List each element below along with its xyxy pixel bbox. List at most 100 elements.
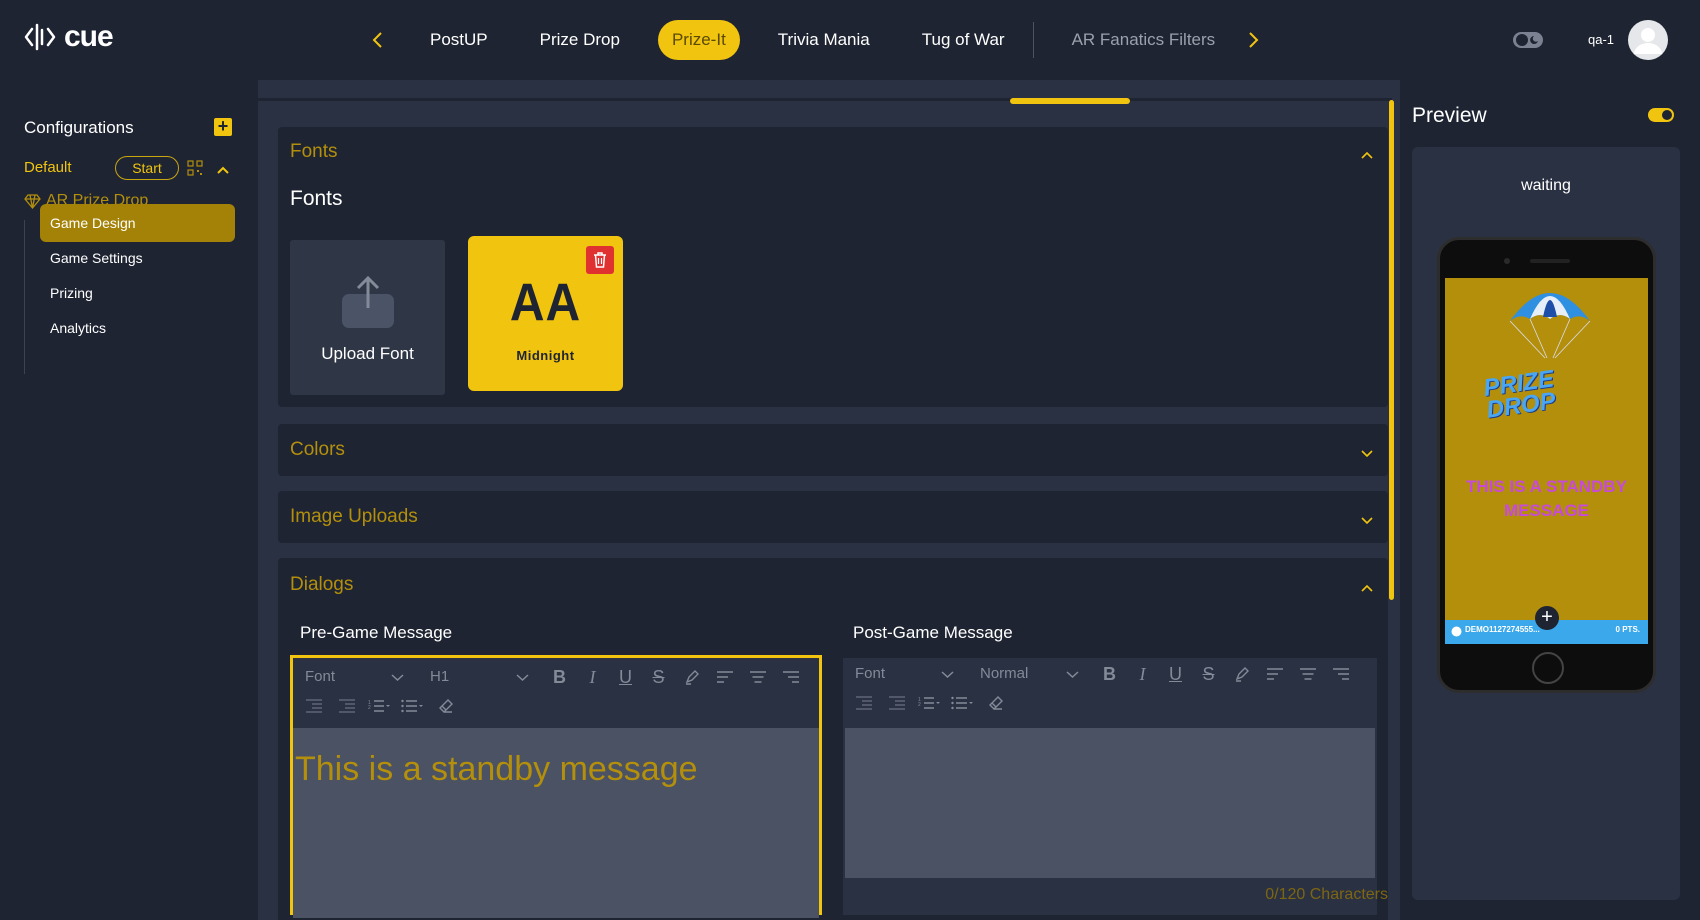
outdent-icon[interactable] — [847, 689, 880, 717]
nav-next-arrow-icon[interactable] — [1242, 26, 1266, 54]
ordered-list-icon[interactable]: 12 — [913, 689, 946, 717]
parachute-icon — [1509, 293, 1591, 359]
config-name[interactable]: Default — [24, 159, 72, 176]
cue-logo[interactable]: cue — [24, 20, 114, 54]
user-name[interactable]: qa-1 — [1588, 32, 1614, 47]
preview-toggle[interactable] — [1648, 108, 1674, 122]
highlighter-icon[interactable] — [675, 663, 708, 691]
align-right-icon[interactable] — [774, 663, 807, 691]
tab-tug-of-war[interactable]: Tug of War — [908, 20, 1019, 60]
strikethrough-icon[interactable]: S — [642, 663, 675, 691]
start-button[interactable]: Start — [115, 156, 179, 180]
sidebar-item-game-settings[interactable]: Game Settings — [40, 239, 235, 277]
logo-text: cue — [64, 20, 114, 53]
underline-icon[interactable]: U — [609, 663, 642, 691]
align-center-icon[interactable] — [1291, 660, 1324, 688]
align-left-icon[interactable] — [708, 663, 741, 691]
image-uploads-section[interactable]: Image Uploads — [278, 491, 1388, 543]
chevron-down-icon[interactable] — [1360, 445, 1374, 458]
italic-icon[interactable]: I — [1126, 660, 1159, 688]
dialogs-section-title[interactable]: Dialogs — [290, 574, 353, 596]
colors-section-title: Colors — [290, 439, 345, 460]
ordered-list-icon[interactable]: 12 — [363, 692, 396, 720]
theme-toggle-icon[interactable] — [1512, 29, 1544, 51]
font-select[interactable]: Font — [293, 663, 418, 691]
bold-icon[interactable]: B — [543, 663, 576, 691]
eraser-icon[interactable] — [429, 692, 462, 720]
tab-ar-fanatics-filters[interactable]: AR Fanatics Filters — [1058, 20, 1230, 60]
bold-icon[interactable]: B — [1093, 660, 1126, 688]
chevron-up-icon[interactable] — [216, 162, 230, 174]
qr-code-icon[interactable] — [187, 160, 203, 176]
bullet-list-icon[interactable] — [946, 689, 979, 717]
tab-postup[interactable]: PostUP — [416, 20, 502, 60]
heading-select-value: H1 — [430, 668, 450, 685]
indent-icon[interactable] — [880, 689, 913, 717]
tab-prize-it[interactable]: Prize-It — [657, 20, 740, 60]
highlighter-icon[interactable] — [1225, 660, 1258, 688]
eraser-icon[interactable] — [979, 689, 1012, 717]
chevron-down-icon — [516, 674, 529, 682]
font-card-midnight[interactable]: AA Midnight — [468, 236, 623, 391]
font-select-value: Font — [855, 665, 886, 682]
editor-toolbar-row-2: 12 — [843, 689, 1012, 717]
outdent-icon[interactable] — [297, 692, 330, 720]
delete-font-button[interactable] — [586, 246, 614, 274]
colors-section[interactable]: Colors — [278, 424, 1388, 476]
dialogs-section: Dialogs Pre-Game Message Post-Game Messa… — [278, 558, 1388, 920]
chevron-up-icon[interactable] — [1360, 147, 1374, 159]
prize-drop-logo: PRIZE DROP — [1482, 365, 1558, 424]
fonts-section: Fonts Fonts Upload Font AA Midnight — [278, 127, 1388, 407]
font-select-value: Font — [305, 668, 336, 685]
size-select[interactable]: Normal — [968, 660, 1093, 688]
horizontal-scroll-thumb[interactable] — [1010, 98, 1130, 104]
svg-text:2: 2 — [368, 705, 371, 711]
pre-game-message-label: Pre-Game Message — [300, 623, 453, 642]
top-bar: cue PostUP Prize Drop Prize-It Trivia Ma… — [0, 0, 1700, 80]
align-center-icon[interactable] — [741, 663, 774, 691]
bullet-list-icon[interactable] — [396, 692, 429, 720]
preview-status-bar: DEMO1127274555... 0 PTS. + — [1445, 606, 1648, 644]
post-game-message-label: Post-Game Message — [853, 623, 1013, 642]
tab-divider — [1032, 22, 1034, 58]
post-game-text-area[interactable] — [845, 728, 1375, 878]
tab-prize-drop[interactable]: Prize Drop — [526, 20, 634, 60]
vertical-scrollbar[interactable] — [1389, 100, 1394, 600]
pre-game-editor[interactable]: Font H1 B I U S 1 2 This is a standby me… — [290, 655, 822, 918]
font-select[interactable]: Font — [843, 660, 968, 688]
trash-icon — [594, 252, 606, 268]
preview-status: waiting — [1521, 177, 1571, 194]
chevron-down-icon[interactable] — [1360, 512, 1374, 525]
pre-game-text: This is a standby message — [295, 750, 698, 788]
editor-toolbar-row-2: 12 — [293, 692, 462, 720]
add-configuration-button[interactable]: + — [214, 117, 232, 136]
strikethrough-icon[interactable]: S — [1192, 660, 1225, 688]
fonts-section-title[interactable]: Fonts — [290, 141, 338, 163]
sidebar-item-analytics[interactable]: Analytics — [40, 309, 235, 347]
sidebar: Configurations + Default Start AR Prize … — [0, 80, 258, 920]
pre-game-text-area[interactable]: This is a standby message — [293, 728, 819, 918]
align-right-icon[interactable] — [1324, 660, 1357, 688]
upload-icon — [342, 275, 394, 328]
character-count: 0/120 Characters — [1265, 886, 1388, 903]
camera-icon — [1504, 258, 1510, 264]
sidebar-item-prizing[interactable]: Prizing — [40, 274, 235, 312]
indent-icon[interactable] — [330, 692, 363, 720]
main-panel: Fonts Fonts Upload Font AA Midnight Colo… — [258, 80, 1400, 920]
italic-icon[interactable]: I — [576, 663, 609, 691]
nav-prev-arrow-icon[interactable] — [365, 26, 389, 54]
avatar[interactable] — [1628, 20, 1668, 60]
tab-trivia-mania[interactable]: Trivia Mania — [764, 20, 884, 60]
heading-select[interactable]: H1 — [418, 663, 543, 691]
chevron-up-icon[interactable] — [1360, 580, 1374, 592]
add-icon: + — [1535, 606, 1559, 630]
post-game-editor[interactable]: Font Normal B I U S 1 2 — [843, 658, 1377, 915]
align-left-icon[interactable] — [1258, 660, 1291, 688]
phone-screen: PRIZE DROP THIS IS A STANDBY MESSAGE DEM… — [1445, 278, 1648, 644]
sidebar-item-game-design[interactable]: Game Design — [40, 204, 235, 242]
user-icon — [1451, 626, 1462, 637]
horizontal-scroll-track — [258, 98, 1392, 101]
underline-icon[interactable]: U — [1159, 660, 1192, 688]
logo-line-2: DROP — [1484, 387, 1558, 424]
upload-font-button[interactable]: Upload Font — [290, 240, 445, 395]
